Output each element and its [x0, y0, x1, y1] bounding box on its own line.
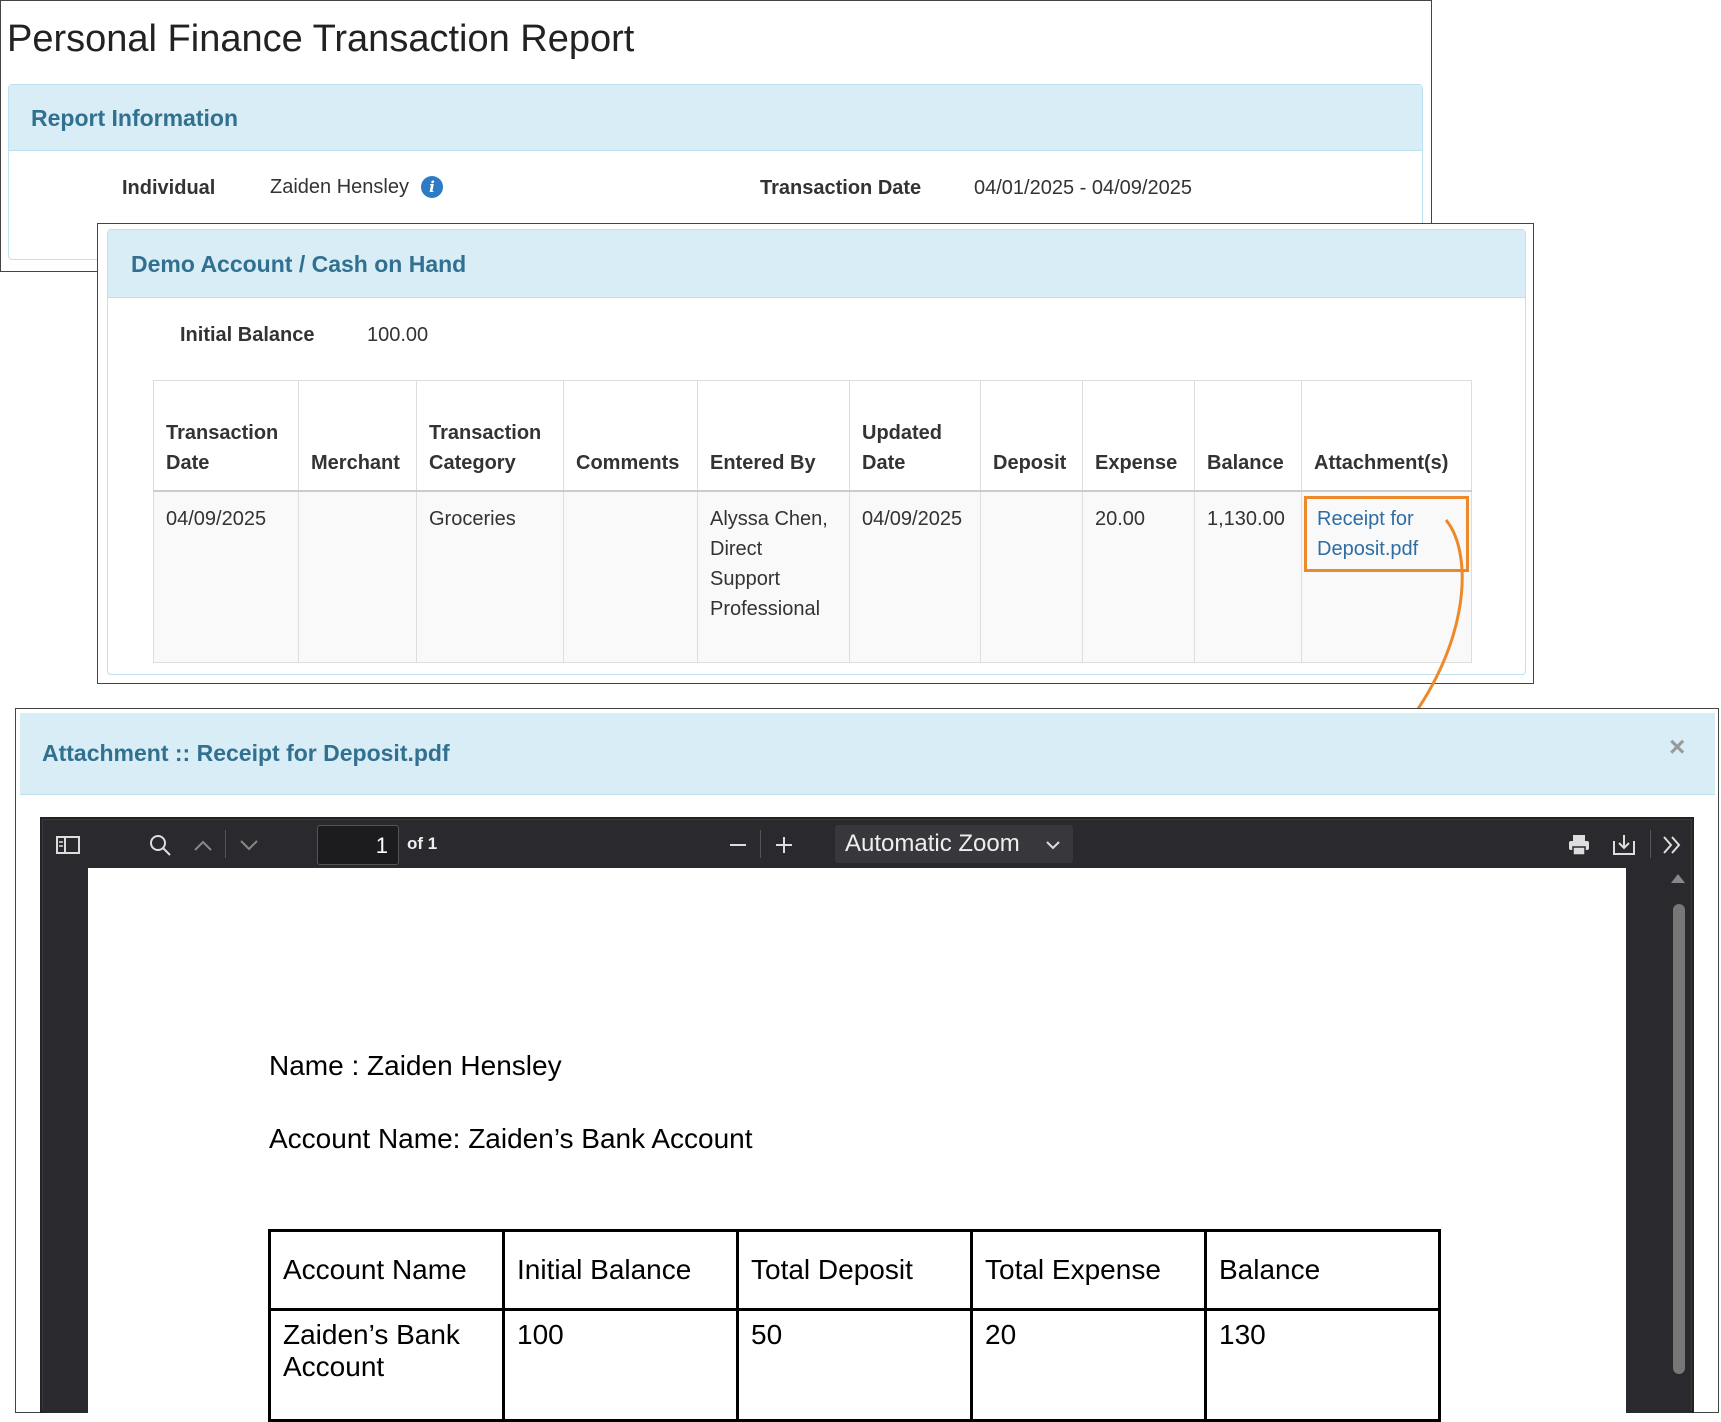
column-header[interactable]: Deposit: [980, 380, 1083, 492]
table-header-row: Transaction Date Merchant Transaction Ca…: [153, 380, 1472, 492]
search-icon[interactable]: [143, 820, 177, 868]
document-cell: Zaiden’s Bank Account: [268, 1308, 505, 1422]
column-header[interactable]: Comments: [563, 380, 698, 492]
document-name-line: Name : Zaiden Hensley: [269, 1050, 562, 1081]
scroll-up-arrow[interactable]: [1671, 874, 1685, 883]
document-column-header: Account Name: [268, 1229, 505, 1311]
more-tools-icon[interactable]: [1654, 820, 1690, 868]
close-icon[interactable]: ×: [1669, 731, 1685, 763]
initial-balance-value: 100.00: [367, 324, 429, 346]
sidebar-toggle-icon[interactable]: [53, 820, 83, 868]
page-title: Personal Finance Transaction Report: [7, 18, 635, 60]
column-header[interactable]: Entered By: [697, 380, 850, 492]
column-header[interactable]: Transaction Category: [416, 380, 564, 492]
cell-comments: [563, 490, 698, 663]
document-column-header: Total Deposit: [736, 1229, 973, 1311]
cell-category: Groceries: [416, 490, 564, 663]
pdf-toolbar: 1 of 1 Automatic Zoom: [43, 820, 1691, 868]
account-panel-header: Demo Account / Cash on Hand: [108, 230, 1525, 298]
cell-expense: 20.00: [1082, 490, 1195, 663]
download-icon[interactable]: [1604, 820, 1644, 868]
document-cell: 20: [970, 1308, 1207, 1422]
chevron-down-icon: [1046, 841, 1060, 850]
document-summary-table: Account Name Initial Balance Total Depos…: [268, 1229, 1441, 1422]
toolbar-separator: [760, 830, 761, 858]
transactions-table: Transaction Date Merchant Transaction Ca…: [153, 380, 1472, 663]
cell-balance: 1,130.00: [1194, 490, 1302, 663]
pdf-margin-left: [43, 868, 88, 1413]
document-table-header-row: Account Name Initial Balance Total Depos…: [268, 1229, 1441, 1311]
column-header[interactable]: Attachment(s): [1301, 380, 1472, 492]
toolbar-separator: [225, 830, 226, 858]
cell-deposit: [980, 490, 1083, 663]
toolbar-separator: [1650, 830, 1651, 858]
column-header[interactable]: Expense: [1082, 380, 1195, 492]
page-total-label: of 1: [407, 834, 438, 853]
previous-page-icon[interactable]: [183, 820, 223, 868]
column-header[interactable]: Transaction Date: [153, 380, 299, 492]
report-information-header: Report Information: [9, 85, 1422, 151]
transaction-date-label: Transaction Date: [760, 177, 922, 199]
print-icon[interactable]: [1559, 820, 1599, 868]
table-row: Zaiden’s Bank Account 100 50 20 130: [268, 1308, 1441, 1422]
individual-value: Zaiden Hensley: [270, 176, 409, 198]
table-row: 04/09/2025 Groceries Alyssa Chen, Direct…: [153, 490, 1472, 663]
attachment-modal-title: Attachment :: Receipt for Deposit.pdf: [20, 713, 1715, 795]
zoom-select[interactable]: Automatic Zoom: [835, 825, 1073, 863]
document-cell: 100: [502, 1308, 739, 1422]
document-cell: 130: [1204, 1308, 1441, 1422]
scrollbar-thumb[interactable]: [1673, 904, 1685, 1374]
document-column-header: Total Expense: [970, 1229, 1207, 1311]
initial-balance-label: Initial Balance: [180, 324, 315, 346]
document-account-line: Account Name: Zaiden’s Bank Account: [269, 1123, 753, 1154]
zoom-out-icon[interactable]: [719, 820, 757, 868]
next-page-icon[interactable]: [229, 820, 269, 868]
cell-merchant: [298, 490, 417, 663]
zoom-in-icon[interactable]: [765, 820, 803, 868]
page-number-input[interactable]: 1: [317, 825, 399, 865]
document-column-header: Initial Balance: [502, 1229, 739, 1311]
individual-label: Individual: [122, 177, 216, 199]
transaction-date-value: 04/01/2025 - 04/09/2025: [974, 177, 1192, 199]
cell-entered-by: Alyssa Chen, Direct Support Professional: [697, 490, 850, 663]
column-header[interactable]: Updated Date: [849, 380, 981, 492]
document-cell: 50: [736, 1308, 973, 1422]
info-icon[interactable]: i: [421, 176, 443, 198]
cell-transaction-date: 04/09/2025: [153, 490, 299, 663]
column-header[interactable]: Balance: [1194, 380, 1302, 492]
zoom-select-value: Automatic Zoom: [845, 830, 1020, 857]
column-header[interactable]: Merchant: [298, 380, 417, 492]
document-column-header: Balance: [1204, 1229, 1441, 1311]
cell-updated-date: 04/09/2025: [849, 490, 981, 663]
